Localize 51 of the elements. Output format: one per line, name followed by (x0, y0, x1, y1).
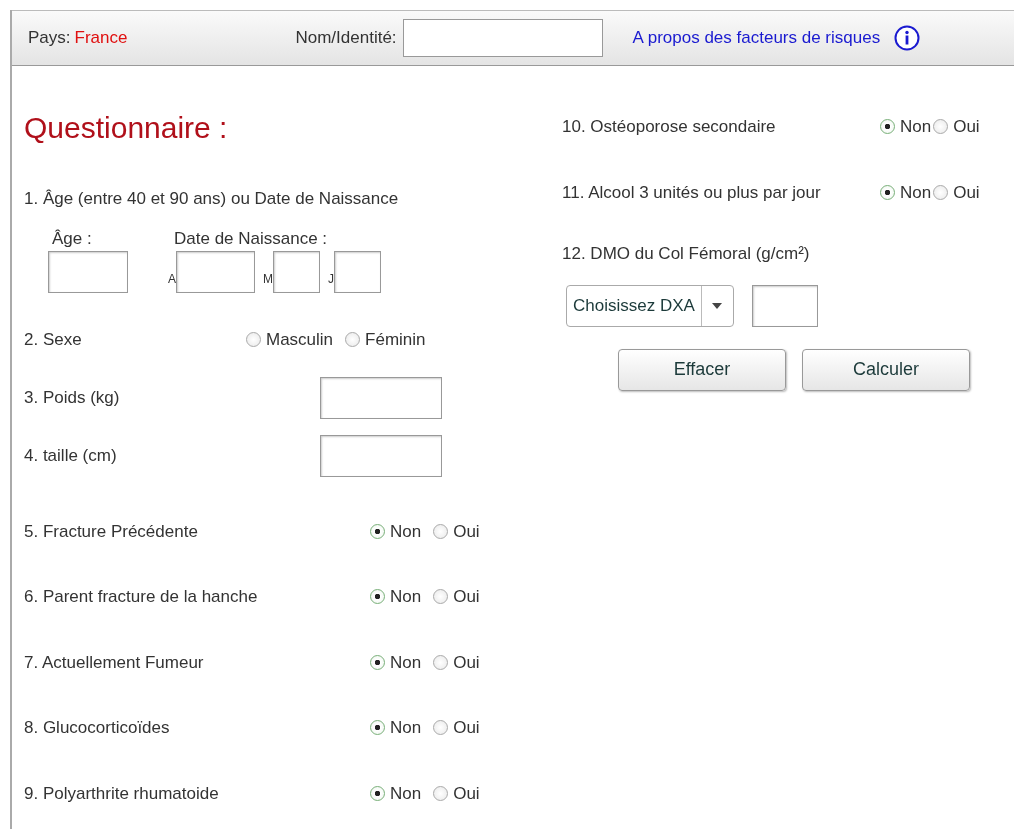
radio-option[interactable]: Non (880, 179, 932, 205)
bmd-field[interactable] (751, 284, 818, 327)
radio-option[interactable]: Oui (433, 584, 480, 610)
field-label: Date de Naissance : (174, 227, 329, 250)
question-label: 7. Actuellement Fumeur (24, 651, 205, 674)
question-label: 2. Sexe (24, 329, 83, 351)
questionnaire-title: Questionnaire : (24, 110, 229, 146)
radio-option[interactable]: Oui (933, 114, 980, 140)
radio-option[interactable]: Oui (433, 715, 480, 741)
question-label: 6. Parent fracture de la hanche (24, 586, 259, 608)
text-field[interactable] (320, 434, 442, 477)
field-label: M (263, 271, 273, 288)
question-label: 11. Alcool 3 unités ou plus par jour (562, 181, 822, 204)
radio-option[interactable]: Non (370, 584, 422, 610)
about-link[interactable]: A propos des facteurs de risques (632, 25, 881, 51)
radio-option[interactable]: Non (370, 780, 422, 806)
radio-option[interactable]: Masculin (246, 327, 334, 353)
question-label: 12. DMO du Col Fémoral (g/cm²) (562, 243, 811, 265)
radio-option[interactable]: Oui (933, 179, 980, 205)
question-label: 10. Ostéoporose secondaire (562, 116, 777, 138)
dxa-dropdown[interactable]: Choisissez DXA (566, 284, 734, 327)
date-field[interactable] (273, 251, 320, 293)
field-label: A (168, 271, 176, 288)
radio-option[interactable]: Oui (433, 518, 480, 544)
date-field[interactable] (176, 251, 255, 293)
question-label: 4. taille (cm) (24, 444, 118, 467)
radio-option[interactable]: Oui (433, 780, 480, 806)
question-label: 8. Glucocorticoïdes (24, 717, 171, 739)
form-button[interactable]: Calculer (802, 348, 970, 391)
radio-option[interactable]: Non (370, 715, 422, 741)
radio-option[interactable]: Non (370, 518, 422, 544)
name-field[interactable] (402, 19, 603, 57)
question-label: 1. Âge (entre 40 et 90 ans) ou Date de Naissance (24, 188, 400, 210)
question-label: 9. Polyarthrite rhumatoide (24, 782, 220, 805)
radio-option[interactable]: Non (370, 649, 422, 675)
caret-icon (712, 302, 723, 309)
form-button[interactable]: Effacer (618, 348, 786, 391)
question-label: 5. Fracture Précédente (24, 520, 199, 543)
info-icon[interactable] (894, 25, 921, 51)
country-value: France (74, 27, 128, 50)
radio-option[interactable]: Féminin (345, 327, 426, 353)
radio-option[interactable]: Non (880, 114, 932, 140)
radio-option[interactable]: Oui (433, 649, 480, 675)
country-label: Pays: (28, 27, 71, 50)
field-label: Âge : (52, 227, 93, 250)
text-field[interactable] (320, 376, 442, 419)
question-label: 3. Poids (kg) (24, 386, 121, 409)
field-label: J (328, 271, 334, 288)
date-field[interactable] (334, 251, 381, 293)
age-field[interactable] (48, 251, 128, 293)
name-label: Nom/Identité: (295, 27, 397, 50)
